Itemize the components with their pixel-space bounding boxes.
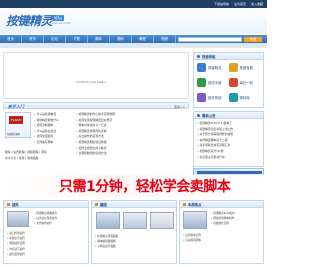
bullet-icon: [95, 202, 98, 206]
hot-thumbnail[interactable]: [183, 211, 207, 229]
hot-panel: 本周热点 • 按键精灵8.20发布 • 网络游戏脚本制作 • 找图找色实例 • …: [179, 200, 264, 264]
nav-item-tutorial[interactable]: 教程: [132, 35, 154, 43]
quick-nav-box: 快速导航 按键精灵 按键宝典 操作手册 每日一贴 操作系统 源码库: [193, 52, 264, 108]
quick-item[interactable]: 按键宝典: [228, 63, 261, 72]
notice-list: • 按键精灵8.20(8.1)发布了 • 按键精灵论坛新版上线公告 • 关于积分…: [194, 119, 263, 162]
manual-icon: [197, 78, 206, 87]
sub-nav-bar: [0, 43, 267, 48]
notice-title: 最新公告: [202, 113, 216, 118]
logo-subtitle: ANJIAN.COM: [52, 21, 71, 25]
panel-list: • 后台脚本实例 • 自动挂机脚本: [180, 231, 265, 245]
plugin-area: Couldn't load plugin.: [3, 52, 189, 99]
screenshot-thumbnail[interactable]: [96, 212, 120, 229]
quick-item[interactable]: 操作系统: [197, 93, 229, 102]
list-item[interactable]: • 找图找色实例: [211, 221, 261, 226]
system-icon: [197, 93, 206, 102]
header: 按键精灵 论坛 ANJIAN.COM: [0, 8, 267, 34]
nav-item-forum[interactable]: 论坛: [44, 35, 66, 43]
panel-title: 插件: [12, 202, 19, 207]
calendar-icon: [228, 78, 238, 87]
notice-header: 最新公告: [194, 112, 263, 119]
panel-header: 本周热点: [180, 201, 263, 208]
top-link-favorite[interactable]: 加入收藏: [251, 2, 263, 6]
bullet-icon: [183, 202, 186, 206]
list-item[interactable]: • 自动挂机脚本: [183, 238, 262, 243]
bullet-icon: [7, 202, 10, 206]
nav-item-download[interactable]: 下载: [66, 35, 88, 43]
bullet-icon: [197, 113, 200, 117]
news-bottom-links: 推荐 | 免费教程 | 视频教程 | 源码 命令大全 | 插件 | 常用函数: [5, 150, 73, 161]
link-row[interactable]: 命令大全 | 插件 | 常用函数: [5, 156, 73, 162]
search-button[interactable]: 搜索: [244, 37, 262, 42]
panel-list: • 窗口控制插件 • 系统信息插件 • 网络插件说明 • 内存读写插件 • 颜色…: [4, 229, 90, 259]
panel-list: • 按键精灵找图插件 • 后台鼠标键盘插件 • 文件操作插件: [31, 209, 89, 229]
panel-title: 本周热点: [188, 202, 202, 207]
nav-item-home[interactable]: 首页: [0, 35, 22, 43]
list-item[interactable]: • 怎样编写脚本: [34, 140, 74, 146]
plugin-thumbnail[interactable]: [7, 211, 29, 227]
screenshot-panel: 截图 • 按键精灵界面截图 • 脚本编辑器截图 • 小精灵运行截图: [91, 200, 177, 264]
nav-item-scripts[interactable]: 脚本: [88, 35, 110, 43]
panel-list: • 按键精灵界面截图 • 脚本编辑器截图 • 小精灵运行截图: [92, 232, 178, 252]
list-item[interactable]: • 小精灵运行截图: [95, 244, 175, 249]
quick-nav-grid: 按键精灵 按键宝典 操作手册 每日一贴 操作系统 源码库: [194, 60, 263, 105]
ad-text-part: 1分钟: [86, 179, 123, 195]
site-logo[interactable]: 按键精灵: [6, 12, 53, 29]
ad-text-part: 只需: [59, 179, 87, 195]
screenshot-thumbnail[interactable]: [150, 212, 174, 229]
list-item[interactable]: • 文件操作插件: [34, 221, 86, 226]
list-item[interactable]: • 变量和数组的使用方法: [76, 151, 188, 157]
news-header: 新手入门 更多>>: [3, 102, 189, 109]
list-item[interactable]: • 颜色处理插件: [7, 252, 87, 257]
book-icon: [228, 63, 238, 72]
news-thumbnail[interactable]: FLASH 按键精灵教程: [5, 112, 31, 138]
panel-title: 截图: [100, 202, 107, 207]
ad-banner-text: 只需1分钟，轻松学会卖脚本: [59, 176, 231, 196]
plugins-panel: 插件 • 按键精灵找图插件 • 后台鼠标键盘插件 • 文件操作插件 • 窗口控制…: [3, 200, 89, 264]
top-links: 下载站导航 设为首页 加入收藏: [214, 2, 263, 6]
quick-item[interactable]: 按键精灵: [197, 63, 229, 72]
notice-item[interactable]: • 论坛版主招募进行中: [197, 155, 260, 161]
quick-item[interactable]: 每日一贴: [228, 78, 261, 87]
quick-item-label: 按键宝典: [239, 66, 254, 70]
notice-box: 最新公告 • 按键精灵8.20(8.1)发布了 • 按键精灵论坛新版上线公告 •…: [193, 111, 264, 167]
panel-header: 截图: [92, 201, 176, 208]
quick-item-label: 操作系统: [208, 96, 222, 100]
quick-nav-header: 快速导航: [194, 53, 263, 60]
ad-strip-bar: [197, 171, 262, 174]
plugin-error-text: Couldn't load plugin.: [76, 80, 108, 84]
quick-item-label: 每日一贴: [239, 81, 254, 85]
search-input[interactable]: [178, 37, 242, 42]
ad-banner[interactable]: 只需1分钟，轻松学会卖脚本: [3, 175, 264, 197]
bullet-icon: [197, 54, 200, 58]
thumbnail-caption: 按键精灵教程: [7, 133, 21, 136]
nav-item-news[interactable]: 资讯: [22, 35, 44, 43]
app-icon: [197, 63, 206, 72]
quick-item[interactable]: 源码库: [228, 93, 261, 102]
news-more-link[interactable]: 更多>>: [174, 105, 185, 109]
quick-item-label: 操作手册: [208, 81, 222, 85]
news-title: 新手入门: [8, 104, 24, 109]
news-list-left: • 什么是按键精灵 • 按键精灵能做什么 • 如何录制脚本 • 什么是前台后台 …: [34, 112, 74, 146]
quick-nav-title: 快速导航: [202, 54, 216, 59]
top-link-nav[interactable]: 下载站导航: [214, 2, 229, 6]
top-link-home[interactable]: 设为首页: [234, 2, 246, 6]
quick-item[interactable]: 操作手册: [197, 78, 229, 87]
nav-item-source[interactable]: 源码: [110, 35, 132, 43]
quick-item-label: 源码库: [239, 96, 250, 100]
top-bar: 下载站导航 设为首页 加入收藏: [0, 0, 267, 8]
nav-item-video[interactable]: 视频: [154, 35, 176, 43]
ad-text-part: 卖脚本: [189, 179, 231, 195]
panel-list: • 按键精灵8.20发布 • 网络游戏脚本制作 • 找图找色实例: [208, 209, 264, 229]
screenshot-thumbnail[interactable]: [123, 212, 147, 229]
flash-badge: FLASH: [9, 116, 23, 124]
news-list-right: • 按键精灵制作小助手完整教程 • 如何使用按键精灵自动登录 • 脚本中常用命令…: [76, 112, 188, 157]
quick-item-label: 按键精灵: [208, 66, 222, 70]
source-icon: [228, 93, 238, 102]
panel-header: 插件: [4, 201, 88, 208]
ad-text-part: ，轻松学会: [122, 179, 190, 195]
